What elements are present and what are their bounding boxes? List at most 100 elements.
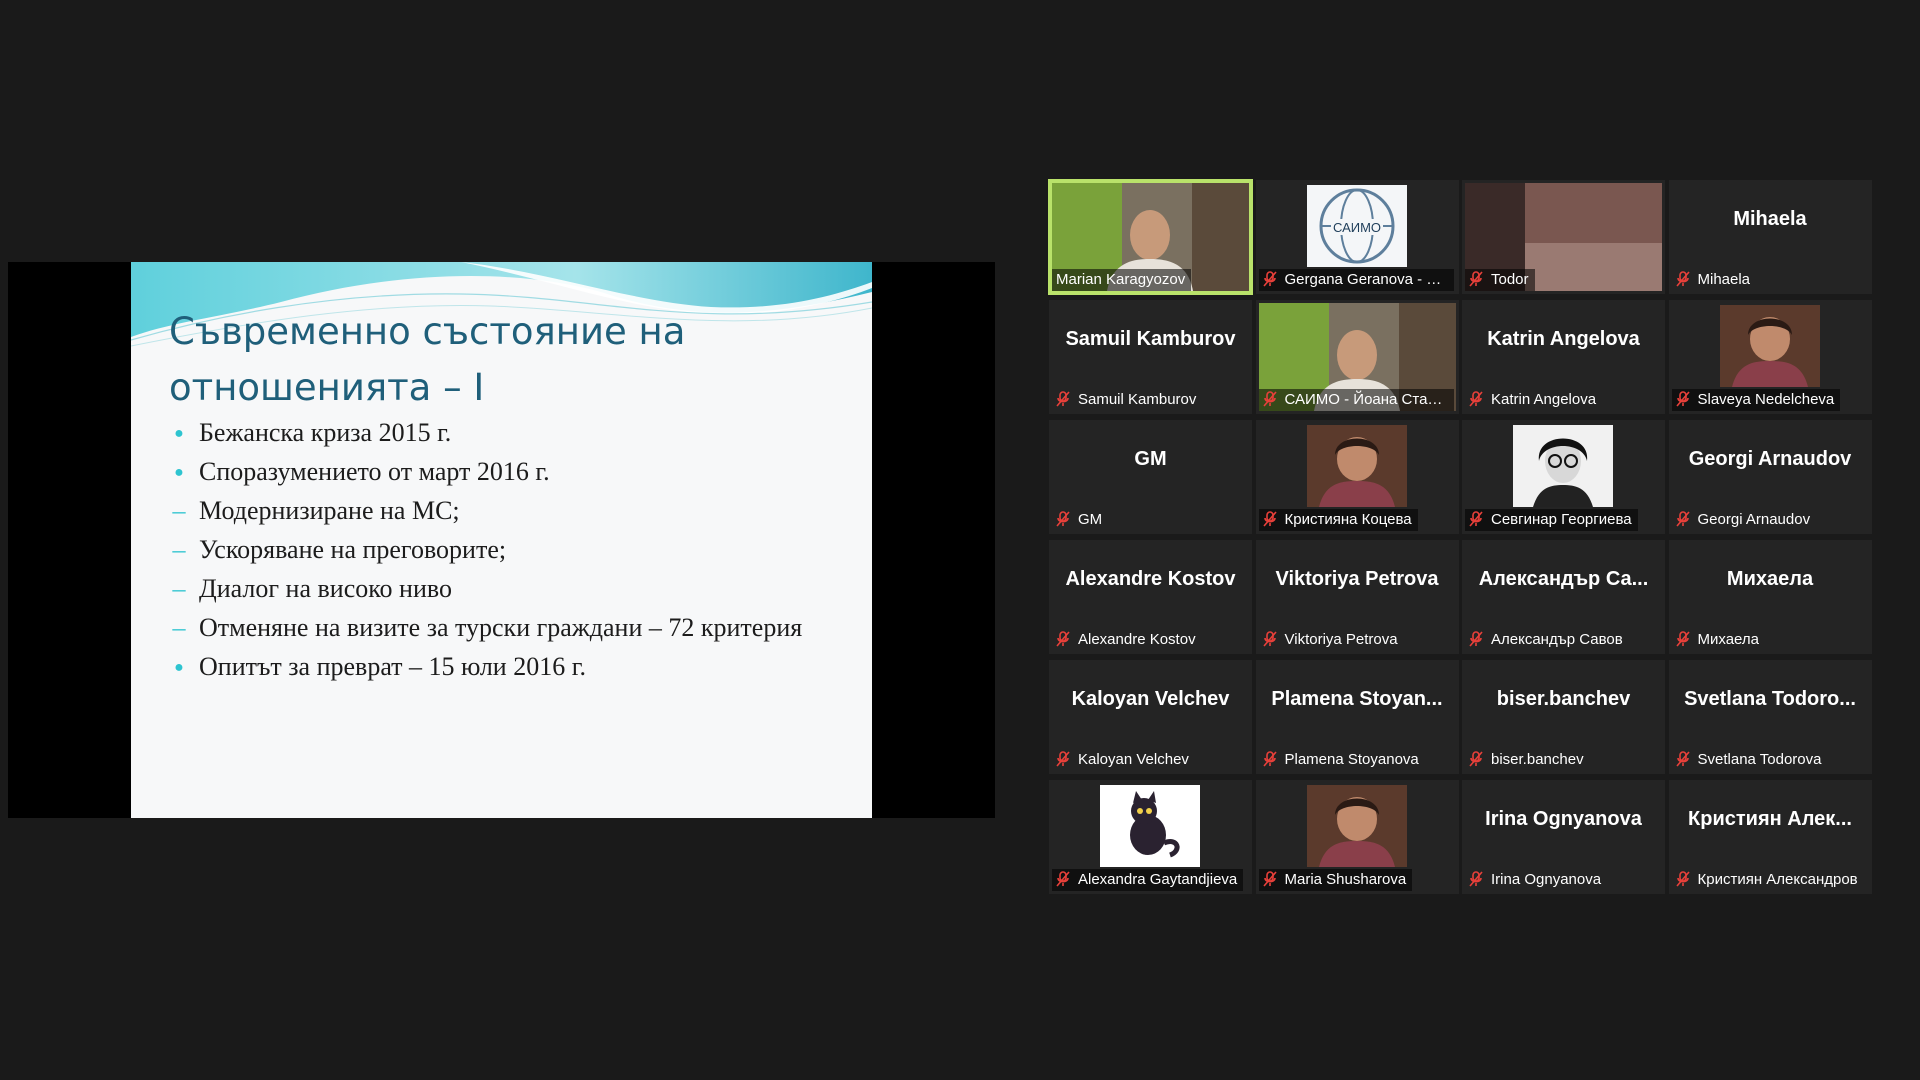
participant-name-display: Georgi Arnaudov <box>1688 448 1852 470</box>
participant-name-text: Kaloyan Velchev <box>1078 751 1189 768</box>
participant-name-display: Александър Са... <box>1478 568 1649 590</box>
muted-mic-icon <box>1675 511 1698 528</box>
screen-share-area: Съвременно състояние на отношенията – I … <box>8 262 995 818</box>
participant-name-display: Mihaela <box>1733 208 1807 230</box>
muted-mic-icon <box>1469 751 1491 768</box>
participant-name-label: Maria Shusharova <box>1258 869 1413 891</box>
slide-bullet: Опитът за преврат – 15 юли 2016 г. <box>169 651 809 683</box>
slide-bullet: Ускоряване на преговорите; <box>169 534 809 566</box>
muted-mic-icon <box>1262 511 1285 528</box>
slide-bullet: Отменяне на визите за турски граждани – … <box>169 612 809 644</box>
participant-name-label: Slaveya Nedelcheva <box>1671 389 1841 411</box>
participant-name-text: Irina Ognyanova <box>1491 871 1602 888</box>
participant-tile[interactable]: GM GM <box>1049 420 1252 534</box>
participant-name-text: Georgi Arnaudov <box>1697 511 1811 528</box>
participant-name-text: Кристиян Александров <box>1697 871 1858 888</box>
participant-name-display: Katrin Angelova <box>1487 328 1640 350</box>
participant-name-text: САИМО - Йоана Стам... <box>1284 391 1451 408</box>
participant-name-text: Maria Shusharova <box>1284 871 1407 888</box>
slide-bullet-text: Модернизиране на МС; <box>199 496 460 525</box>
participant-tile[interactable]: Alexandre Kostov Alexandre Kostov <box>1049 540 1252 654</box>
participant-name-label: Svetlana Todorova <box>1672 749 1828 771</box>
participant-tile[interactable]: Maria Shusharova <box>1255 780 1459 894</box>
participant-name-label: Кристиян Александров <box>1672 869 1864 891</box>
slide-title-line-1: Съвременно състояние на <box>169 310 686 353</box>
muted-mic-icon <box>1469 871 1491 888</box>
muted-mic-icon <box>1675 391 1698 408</box>
slide-bullet-list: Бежанска криза 2015 г. Споразумението от … <box>169 417 809 690</box>
slide-title-line-2: отношенията – I <box>169 366 485 409</box>
participant-gallery: Marian Karagyozov САИМО Gergana Geranova -… <box>1048 179 1879 900</box>
participant-tile[interactable]: Кристияна Коцева <box>1255 420 1459 534</box>
participant-name-label: Alexandra Gaytandjieva <box>1052 869 1244 891</box>
muted-mic-icon <box>1262 871 1285 888</box>
participant-name-label: Georgi Arnaudov <box>1672 509 1817 531</box>
bullet-dash-icon <box>169 573 189 605</box>
participant-name-label: Irina Ognyanova <box>1465 869 1607 891</box>
participant-name-text: Кристияна Коцева <box>1284 511 1412 528</box>
participant-name-label: Katrin Angelova <box>1465 389 1602 411</box>
participant-name-text: Александър Савов <box>1491 631 1623 648</box>
slide-bullet-text: Споразумението от март 2016 г. <box>199 457 550 486</box>
participant-name-text: Katrin Angelova <box>1491 391 1597 408</box>
participant-tile[interactable]: САИМО Gergana Geranova - С... <box>1255 180 1459 294</box>
muted-mic-icon <box>1675 271 1698 288</box>
participant-name-text: Alexandra Gaytandjieva <box>1078 871 1238 888</box>
participant-tile[interactable]: Slaveya Nedelcheva <box>1668 300 1872 414</box>
muted-mic-icon <box>1056 511 1078 528</box>
slide-title: Съвременно състояние на отношенията – I <box>169 304 829 416</box>
participant-name-text: Gergana Geranova - С... <box>1284 271 1450 288</box>
participant-name-label: Кристияна Коцева <box>1258 509 1418 531</box>
participant-tile[interactable]: Samuil Kamburov Samuil Kamburov <box>1049 300 1252 414</box>
participant-name-label: Plamena Stoyanova <box>1259 749 1425 771</box>
participant-tile[interactable]: Marian Karagyozov <box>1048 179 1253 295</box>
participant-tile[interactable]: Plamena Stoyan... Plamena Stoyanova <box>1255 660 1459 774</box>
slide-bullet-text: Ускоряване на преговорите; <box>199 535 507 564</box>
participant-name-display: Samuil Kamburov <box>1065 328 1236 350</box>
svg-text:САИМО: САИМО <box>1332 220 1380 235</box>
participant-tile[interactable]: Севгинар Георгиева <box>1462 420 1665 534</box>
muted-mic-icon <box>1262 391 1285 408</box>
slide-bullet-text: Бежанска криза 2015 г. <box>199 418 452 447</box>
participant-tile[interactable]: Kaloyan Velchev Kaloyan Velchev <box>1049 660 1252 774</box>
participant-tile[interactable]: Михаела Михаела <box>1668 540 1872 654</box>
participant-name-text: Михаела <box>1697 631 1760 648</box>
participant-tile[interactable]: Александър Са... Александър Савов <box>1462 540 1665 654</box>
participant-name-label: Marian Karagyozov <box>1052 269 1192 291</box>
muted-mic-icon <box>1469 631 1491 648</box>
participant-tile[interactable]: Viktoriya Petrova Viktoriya Petrova <box>1255 540 1459 654</box>
participant-name-display: biser.banchev <box>1496 688 1631 710</box>
muted-mic-icon <box>1056 391 1078 408</box>
muted-mic-icon <box>1469 271 1491 288</box>
participant-tile[interactable]: Кристиян Алек... Кристиян Александров <box>1668 780 1872 894</box>
presentation-slide: Съвременно състояние на отношенията – I … <box>131 262 872 818</box>
participant-tile[interactable]: Katrin Angelova Katrin Angelova <box>1462 300 1665 414</box>
participant-name-display: GM <box>1134 448 1167 470</box>
participant-name-label: Samuil Kamburov <box>1052 389 1202 411</box>
participant-name-label: Михаела <box>1672 629 1766 651</box>
participant-tile[interactable]: Irina Ognyanova Irina Ognyanova <box>1462 780 1665 894</box>
bullet-dot-icon <box>169 417 189 453</box>
muted-mic-icon <box>1469 511 1491 528</box>
participant-name-text: Plamena Stoyanova <box>1284 751 1419 768</box>
bullet-dot-icon <box>169 651 189 687</box>
participant-name-text: Alexandre Kostov <box>1078 631 1196 648</box>
participant-tile[interactable]: Mihaela Mihaela <box>1668 180 1872 294</box>
participant-tile[interactable]: Georgi Arnaudov Georgi Arnaudov <box>1668 420 1872 534</box>
participant-name-text: Mihaela <box>1697 271 1751 288</box>
participant-tile[interactable]: Svetlana Todoro... Svetlana Todorova <box>1668 660 1872 774</box>
slide-bullet: Бежанска криза 2015 г. <box>169 417 809 449</box>
participant-tile[interactable]: biser.banchev biser.banchev <box>1462 660 1665 774</box>
participant-tile[interactable]: Alexandra Gaytandjieva <box>1049 780 1252 894</box>
participant-name-display: Кристиян Алек... <box>1688 808 1852 830</box>
slide-bullet-text: Отменяне на визите за турски граждани – … <box>199 613 803 642</box>
participant-name-display: Irina Ognyanova <box>1485 808 1642 830</box>
participant-tile[interactable]: САИМО - Йоана Стам... <box>1255 300 1459 414</box>
bullet-dot-icon <box>169 456 189 492</box>
participant-name-label: Kaloyan Velchev <box>1052 749 1195 771</box>
muted-mic-icon <box>1056 631 1078 648</box>
participant-name-text: Todor <box>1491 271 1529 288</box>
participant-tile[interactable]: Todor <box>1462 180 1665 294</box>
participant-name-label: САИМО - Йоана Стам... <box>1258 389 1454 411</box>
participant-name-label: Todor <box>1465 269 1535 291</box>
